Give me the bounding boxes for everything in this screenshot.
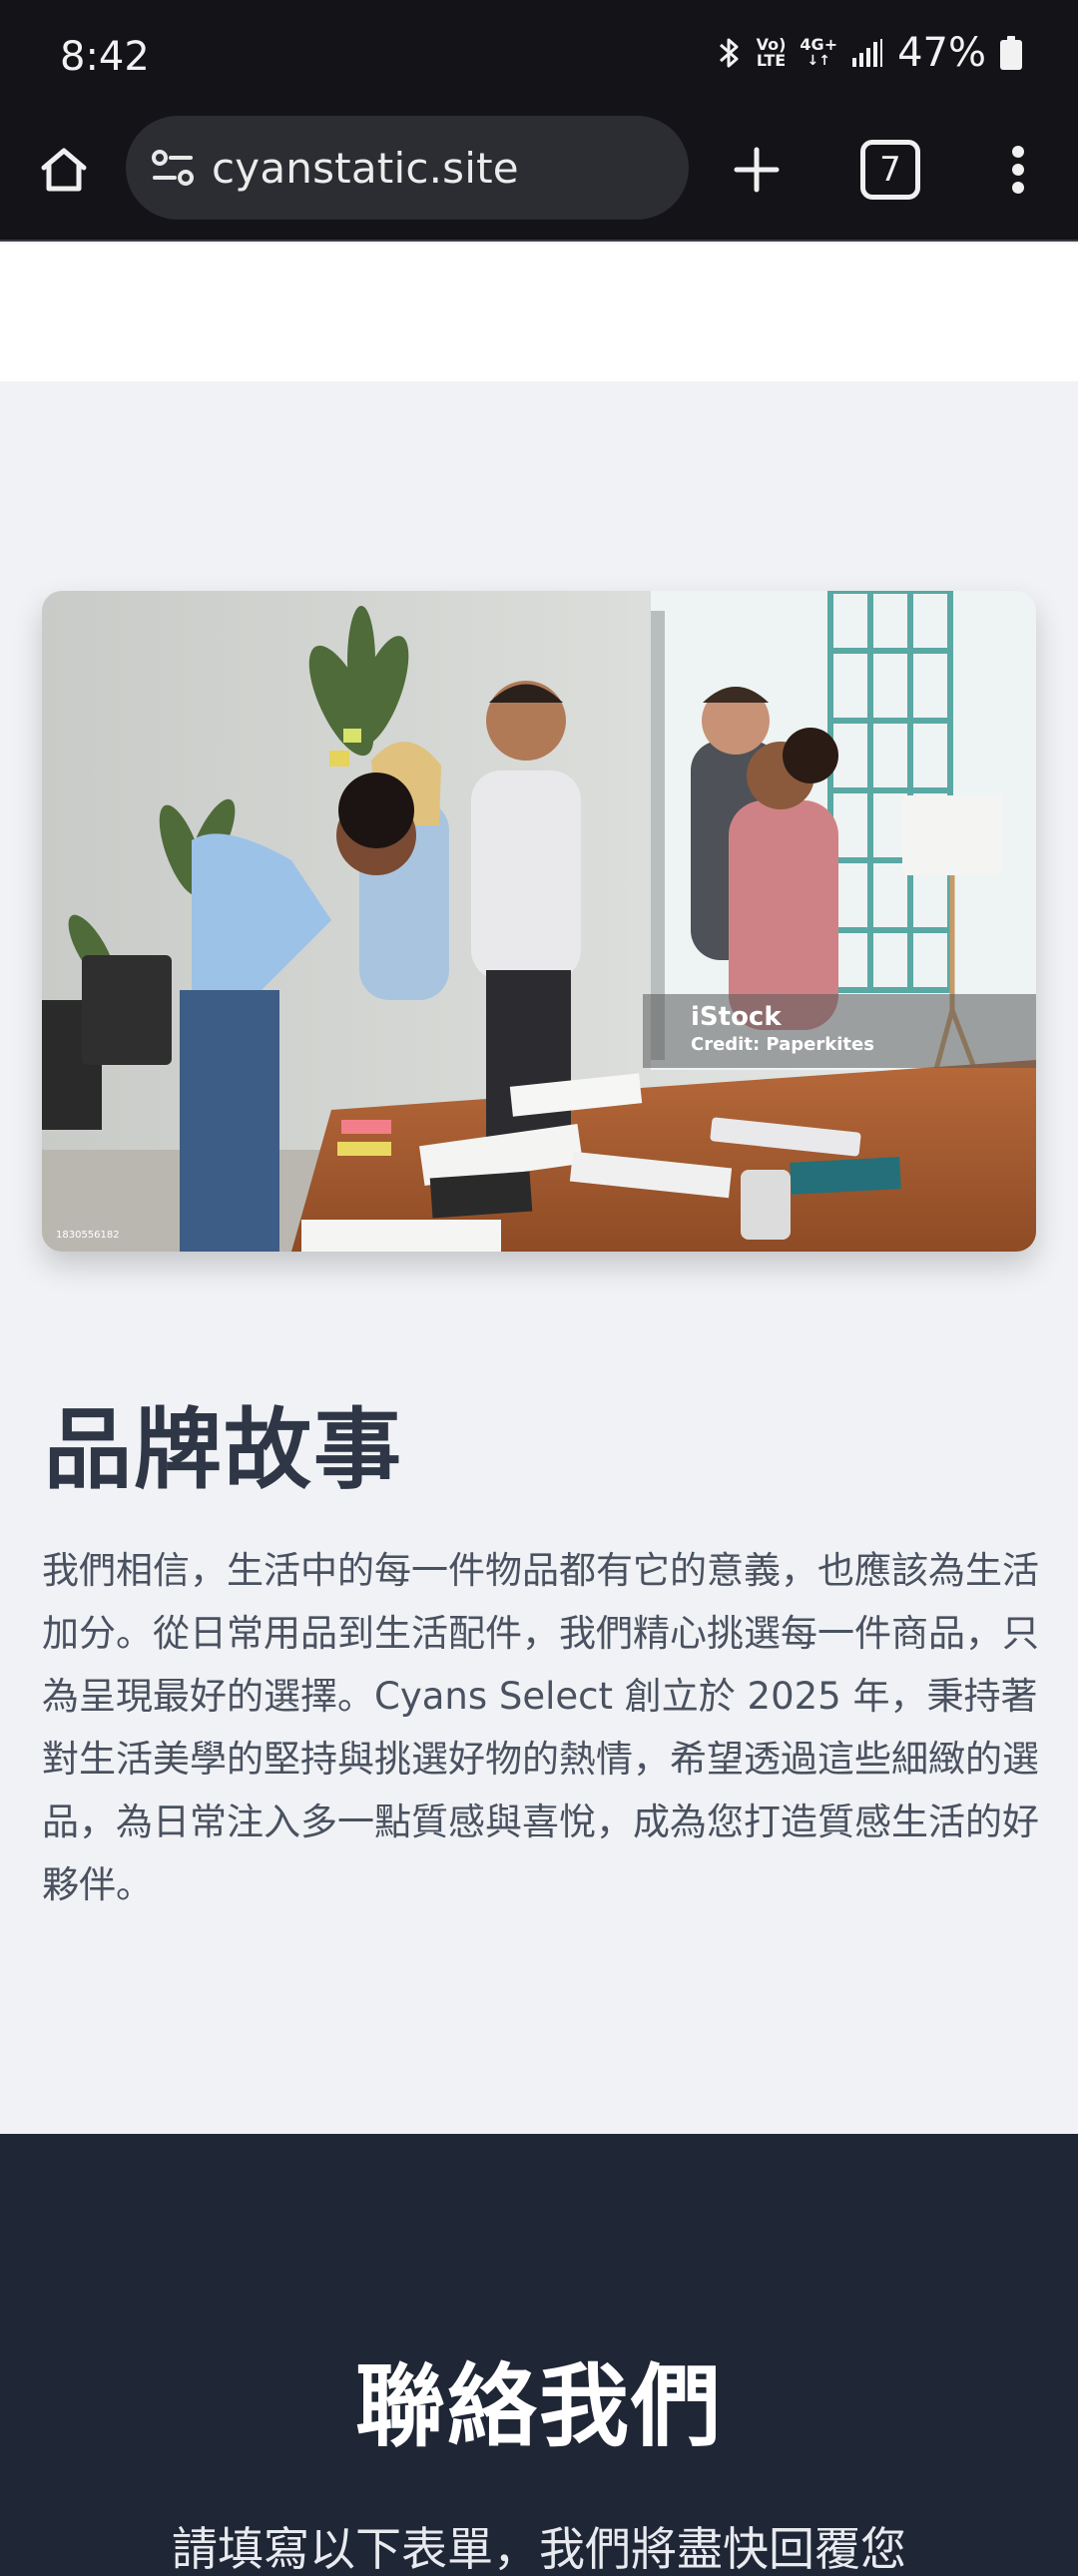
new-tab-icon	[734, 147, 780, 193]
status-bar: 8:42 Vo) LTE 4G+ ↓↑ 47%	[0, 0, 1078, 116]
status-time: 8:42	[60, 34, 150, 80]
tab-count: 7	[879, 150, 901, 190]
battery-percent: 47%	[897, 30, 986, 76]
status-icons: Vo) LTE 4G+ ↓↑ 47%	[717, 30, 1022, 76]
browser-toolbar: cyanstatic.site 7	[0, 116, 1078, 242]
network-4g-indicator: 4G+ ↓↑	[800, 35, 838, 70]
watermark-credit: Credit: Paperkites	[691, 1034, 874, 1055]
stock-photo-id: 1830556182	[56, 1230, 120, 1241]
page-top-strip	[0, 244, 1078, 381]
more-menu-button[interactable]	[998, 138, 1038, 202]
contact-section: 聯絡我們 請填寫以下表單，我們將盡快回覆您	[0, 2134, 1078, 2576]
istock-watermark: iStock Credit: Paperkites	[643, 994, 1036, 1068]
site-settings-icon[interactable]	[148, 143, 198, 193]
watermark-brand: iStock	[691, 1002, 782, 1032]
signal-icon	[851, 38, 883, 68]
tabs-button[interactable]: 7	[860, 140, 920, 200]
brand-story-section: iStock Credit: Paperkites 1830556182 品牌故…	[0, 381, 1078, 2134]
bluetooth-icon	[717, 35, 743, 71]
volte-bottom-label: LTE	[756, 51, 787, 70]
url-text[interactable]: cyanstatic.site	[212, 144, 519, 193]
volte-indicator: Vo) LTE	[757, 37, 787, 69]
more-menu-icon	[1012, 146, 1024, 194]
network-4g-label: 4G+	[800, 35, 838, 54]
home-icon	[41, 148, 87, 192]
brand-story-title: 品牌故事	[44, 1398, 404, 1501]
contact-subtitle: 請填寫以下表單，我們將盡快回覆您	[172, 2522, 906, 2576]
team-meeting-photo: iStock Credit: Paperkites 1830556182	[42, 591, 1036, 1252]
data-arrows-icon: ↓↑	[807, 53, 830, 69]
home-button[interactable]	[32, 138, 96, 202]
photo-illustration	[42, 591, 1036, 1252]
brand-story-paragraph: 我們相信，生活中的每一件物品都有它的意義，也應該為生活加分。從日常用品到生活配件…	[42, 1549, 1039, 1906]
contact-title: 聯絡我們	[355, 2354, 723, 2459]
battery-icon	[1000, 36, 1022, 70]
new-tab-button[interactable]	[725, 138, 789, 202]
address-bar[interactable]: cyanstatic.site	[126, 116, 689, 220]
